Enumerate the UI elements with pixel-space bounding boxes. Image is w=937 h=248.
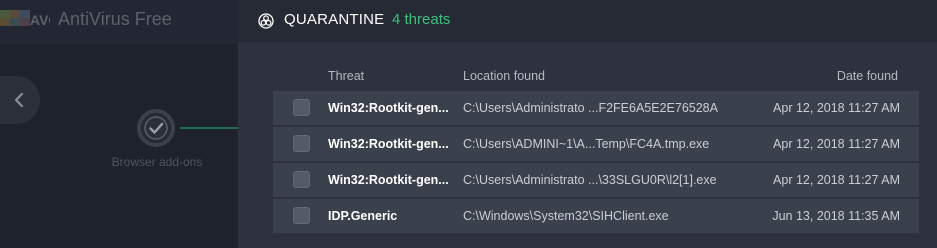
threat-date: Apr 12, 2018 11:27 AM [773, 137, 900, 151]
threat-location: C:\Users\Administrato ...F2FE6A5E2E76528… [463, 101, 718, 115]
row-checkbox[interactable] [293, 99, 310, 116]
quarantine-panel: QUARANTINE 4 threats Threat Location fou… [238, 0, 937, 248]
step-connector [180, 127, 238, 129]
threat-name: Win32:Rootkit-gen... [328, 173, 449, 187]
row-checkbox[interactable] [293, 171, 310, 188]
column-header-date[interactable]: Date found [837, 69, 898, 83]
biohazard-icon [258, 13, 274, 29]
panel-header: QUARANTINE 4 threats [238, 0, 937, 42]
threat-name: Win32:Rootkit-gen... [328, 137, 449, 151]
threat-location: C:\Users\Administrato ...\33SLGU0R\l2[1]… [463, 173, 717, 187]
svg-text:AVG: AVG [30, 12, 50, 28]
back-button[interactable] [0, 76, 40, 124]
table-row[interactable]: Win32:Rootkit-gen... C:\Users\Administra… [273, 163, 919, 197]
row-checkbox[interactable] [293, 135, 310, 152]
table-row[interactable]: Win32:Rootkit-gen... C:\Users\Administra… [273, 91, 919, 125]
threat-count: 4 threats [392, 11, 451, 28]
check-circle-icon [137, 109, 175, 147]
chevron-left-icon [14, 92, 24, 108]
column-header-location[interactable]: Location found [463, 69, 545, 83]
threat-location: C:\Windows\System32\SIHClient.exe [463, 209, 669, 223]
panel-title: QUARANTINE [284, 11, 385, 28]
threat-location: C:\Users\ADMINI~1\A...Temp\FC4A.tmp.exe [463, 137, 710, 151]
table-row[interactable]: Win32:Rootkit-gen... C:\Users\ADMINI~1\A… [273, 127, 919, 161]
step-label: Browser add-ons [111, 155, 203, 169]
row-checkbox[interactable] [293, 207, 310, 224]
threat-table: Win32:Rootkit-gen... C:\Users\Administra… [273, 91, 919, 235]
app-title: AntiVirus Free [58, 9, 172, 30]
threat-date: Apr 12, 2018 11:27 AM [773, 173, 900, 187]
threat-name: Win32:Rootkit-gen... [328, 101, 449, 115]
app-product: AntiVirus Free [58, 9, 172, 29]
table-row[interactable]: IDP.Generic C:\Windows\System32\SIHClien… [273, 199, 919, 233]
threat-date: Apr 12, 2018 11:27 AM [773, 101, 900, 115]
threat-date: Jun 13, 2018 11:35 AM [772, 209, 900, 223]
column-header-threat[interactable]: Threat [328, 69, 364, 83]
app-window: AVG AntiVirus Free Browser add-ons [0, 0, 937, 248]
app-header: AVG AntiVirus Free [0, 0, 238, 44]
avg-logo-icon: AVG [0, 10, 50, 28]
background-app-panel: AVG AntiVirus Free Browser add-ons [0, 0, 238, 248]
threat-name: IDP.Generic [328, 209, 398, 223]
